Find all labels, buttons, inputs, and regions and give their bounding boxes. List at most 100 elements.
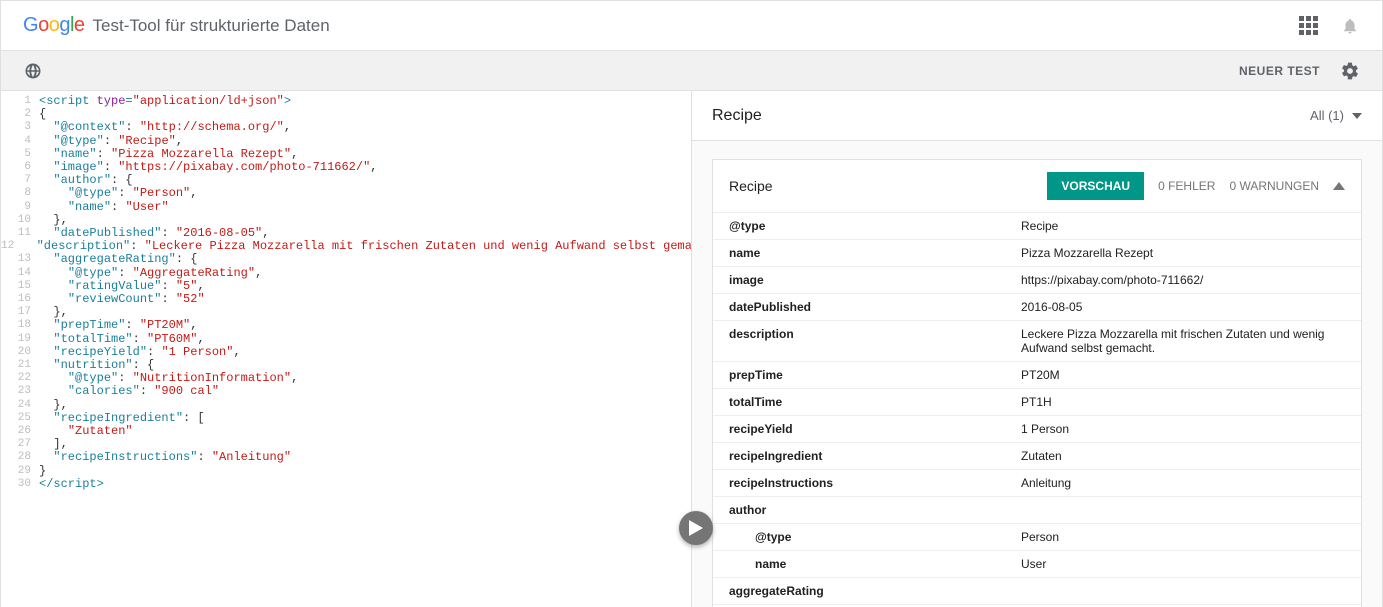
property-value: 1 Person: [1013, 416, 1361, 442]
code-line[interactable]: 16 "reviewCount": "52": [1, 293, 691, 306]
line-number: 10: [1, 214, 39, 227]
property-row[interactable]: recipeIngredientZutaten: [713, 443, 1361, 470]
card-actions: VORSCHAU 0 FEHLER 0 WARNUNGEN: [1047, 172, 1345, 200]
line-number: 18: [1, 319, 39, 332]
property-value: PT1H: [1013, 389, 1361, 415]
gear-icon[interactable]: [1340, 61, 1360, 81]
code-line[interactable]: 9 "name": "User": [1, 201, 691, 214]
run-button[interactable]: [679, 511, 713, 545]
property-key: recipeYield: [713, 416, 1013, 442]
line-number: 16: [1, 293, 39, 306]
line-number: 15: [1, 280, 39, 293]
card-title: Recipe: [729, 178, 773, 194]
property-value: [1013, 497, 1361, 523]
property-value: Anleitung: [1013, 470, 1361, 496]
line-number: 13: [1, 253, 39, 266]
line-number: 23: [1, 385, 39, 398]
property-value: User: [1013, 551, 1361, 577]
property-key: @type: [713, 213, 1013, 239]
code-line[interactable]: 29}: [1, 465, 691, 478]
errors-count: 0 FEHLER: [1158, 179, 1215, 193]
new-test-button[interactable]: NEUER TEST: [1239, 64, 1320, 78]
line-number: 28: [1, 451, 39, 464]
property-value: PT20M: [1013, 362, 1361, 388]
code-line[interactable]: 26 "Zutaten": [1, 425, 691, 438]
results-title: Recipe: [712, 107, 762, 125]
preview-button[interactable]: VORSCHAU: [1047, 172, 1144, 200]
toolbar-left: [23, 61, 43, 81]
line-number: 26: [1, 425, 39, 438]
apps-icon[interactable]: [1298, 16, 1318, 36]
line-number: 5: [1, 148, 39, 161]
code-line[interactable]: 1<script type="application/ld+json">: [1, 95, 691, 108]
property-row[interactable]: author: [713, 497, 1361, 524]
property-key: description: [713, 321, 1013, 361]
property-value: Pizza Mozzarella Rezept: [1013, 240, 1361, 266]
property-row[interactable]: namePizza Mozzarella Rezept: [713, 240, 1361, 267]
property-value: Recipe: [1013, 213, 1361, 239]
property-key: image: [713, 267, 1013, 293]
line-number: 19: [1, 333, 39, 346]
warnings-count: 0 WARNUNGEN: [1229, 179, 1319, 193]
property-row[interactable]: datePublished2016-08-05: [713, 294, 1361, 321]
property-key: @type: [713, 524, 1013, 550]
property-row[interactable]: descriptionLeckere Pizza Mozzarella mit …: [713, 321, 1361, 362]
property-row[interactable]: @typePerson: [713, 524, 1361, 551]
property-key: totalTime: [713, 389, 1013, 415]
property-key: author: [713, 497, 1013, 523]
play-icon: [689, 520, 703, 536]
line-number: 6: [1, 161, 39, 174]
result-card: Recipe VORSCHAU 0 FEHLER 0 WARNUNGEN @ty…: [712, 159, 1362, 607]
code-line[interactable]: 23 "calories": "900 cal": [1, 385, 691, 398]
property-key: datePublished: [713, 294, 1013, 320]
property-row[interactable]: prepTimePT20M: [713, 362, 1361, 389]
line-number: 12: [1, 240, 22, 253]
line-number: 2: [1, 108, 39, 121]
property-value: 2016-08-05: [1013, 294, 1361, 320]
line-number: 3: [1, 121, 39, 134]
chevron-down-icon: [1352, 113, 1362, 119]
property-row[interactable]: totalTimePT1H: [713, 389, 1361, 416]
property-value: https://pixabay.com/photo-711662/: [1013, 267, 1361, 293]
line-number: 14: [1, 267, 39, 280]
property-value: Zutaten: [1013, 443, 1361, 469]
header-right: [1298, 16, 1360, 36]
header: Google Test-Tool für strukturierte Daten: [1, 1, 1382, 51]
property-key: recipeIngredient: [713, 443, 1013, 469]
property-key: aggregateRating: [713, 578, 1013, 604]
property-row[interactable]: recipeYield1 Person: [713, 416, 1361, 443]
property-value: Leckere Pizza Mozzarella mit frischen Zu…: [1013, 321, 1361, 361]
property-row[interactable]: aggregateRating: [713, 578, 1361, 605]
line-number: 27: [1, 438, 39, 451]
notifications-icon[interactable]: [1340, 16, 1360, 36]
results-panel: Recipe All (1) Recipe VORSCHAU 0 FEHLER …: [692, 91, 1382, 607]
property-value: [1013, 578, 1361, 604]
line-number: 21: [1, 359, 39, 372]
tool-title: Test-Tool für strukturierte Daten: [93, 16, 330, 36]
property-row[interactable]: nameUser: [713, 551, 1361, 578]
property-list: @typeRecipenamePizza Mozzarella Rezeptim…: [713, 213, 1361, 607]
property-key: prepTime: [713, 362, 1013, 388]
property-key: name: [713, 240, 1013, 266]
property-key: recipeInstructions: [713, 470, 1013, 496]
chevron-up-icon[interactable]: [1333, 182, 1345, 190]
code-editor[interactable]: 1<script type="application/ld+json">2{3 …: [1, 91, 692, 607]
line-number: 20: [1, 346, 39, 359]
property-row[interactable]: imagehttps://pixabay.com/photo-711662/: [713, 267, 1361, 294]
property-row[interactable]: recipeInstructionsAnleitung: [713, 470, 1361, 497]
code-line[interactable]: 28 "recipeInstructions": "Anleitung": [1, 451, 691, 464]
toolbar-right: NEUER TEST: [1239, 61, 1360, 81]
results-header: Recipe All (1): [692, 91, 1382, 141]
line-number: 22: [1, 372, 39, 385]
line-number: 30: [1, 478, 39, 491]
main: 1<script type="application/ld+json">2{3 …: [1, 91, 1382, 607]
card-header[interactable]: Recipe VORSCHAU 0 FEHLER 0 WARNUNGEN: [713, 160, 1361, 213]
line-number: 7: [1, 174, 39, 187]
filter-label: All (1): [1310, 108, 1344, 123]
google-logo: Google: [23, 14, 85, 37]
results-filter[interactable]: All (1): [1310, 108, 1362, 123]
property-row[interactable]: @typeRecipe: [713, 213, 1361, 240]
globe-icon[interactable]: [23, 61, 43, 81]
line-number: 17: [1, 306, 39, 319]
code-line[interactable]: 30</script>: [1, 478, 691, 491]
